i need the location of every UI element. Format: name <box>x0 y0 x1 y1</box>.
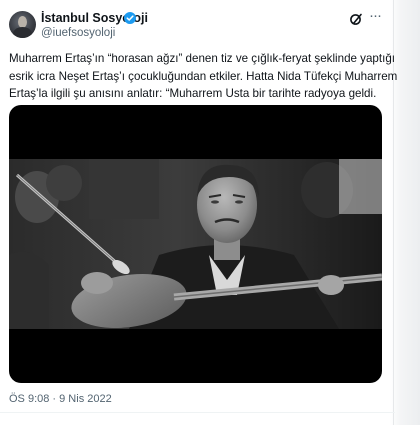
tweet-card[interactable]: İstanbul Sosyoloji @iuefsosyoloji ··· Mu… <box>0 0 398 425</box>
grok-icon[interactable] <box>349 12 363 26</box>
tweet-text-line: Muharrem Ertaş’ın “horasan ağzı” denen t… <box>9 52 395 65</box>
tweet-text-line: esrik icra Neşet Ertaş’ı çocukluğundan e… <box>9 69 398 83</box>
more-options-icon[interactable]: ··· <box>366 8 384 26</box>
avatar[interactable] <box>9 11 36 38</box>
divider <box>0 412 395 413</box>
verified-badge-icon <box>124 12 136 24</box>
tweet-text-line: Ertaş’la ilgili şu anısını anlatır: “Muh… <box>9 87 377 100</box>
tweet-timestamp[interactable]: ÖS 9:08 · 9 Nis 2022 <box>9 392 112 406</box>
tweet-text: Muharrem Ertaş’ın “horasan ağzı” denen t… <box>9 50 398 103</box>
tweet-media-photo[interactable] <box>9 105 382 383</box>
user-handle[interactable]: @iuefsosyoloji <box>41 26 115 40</box>
